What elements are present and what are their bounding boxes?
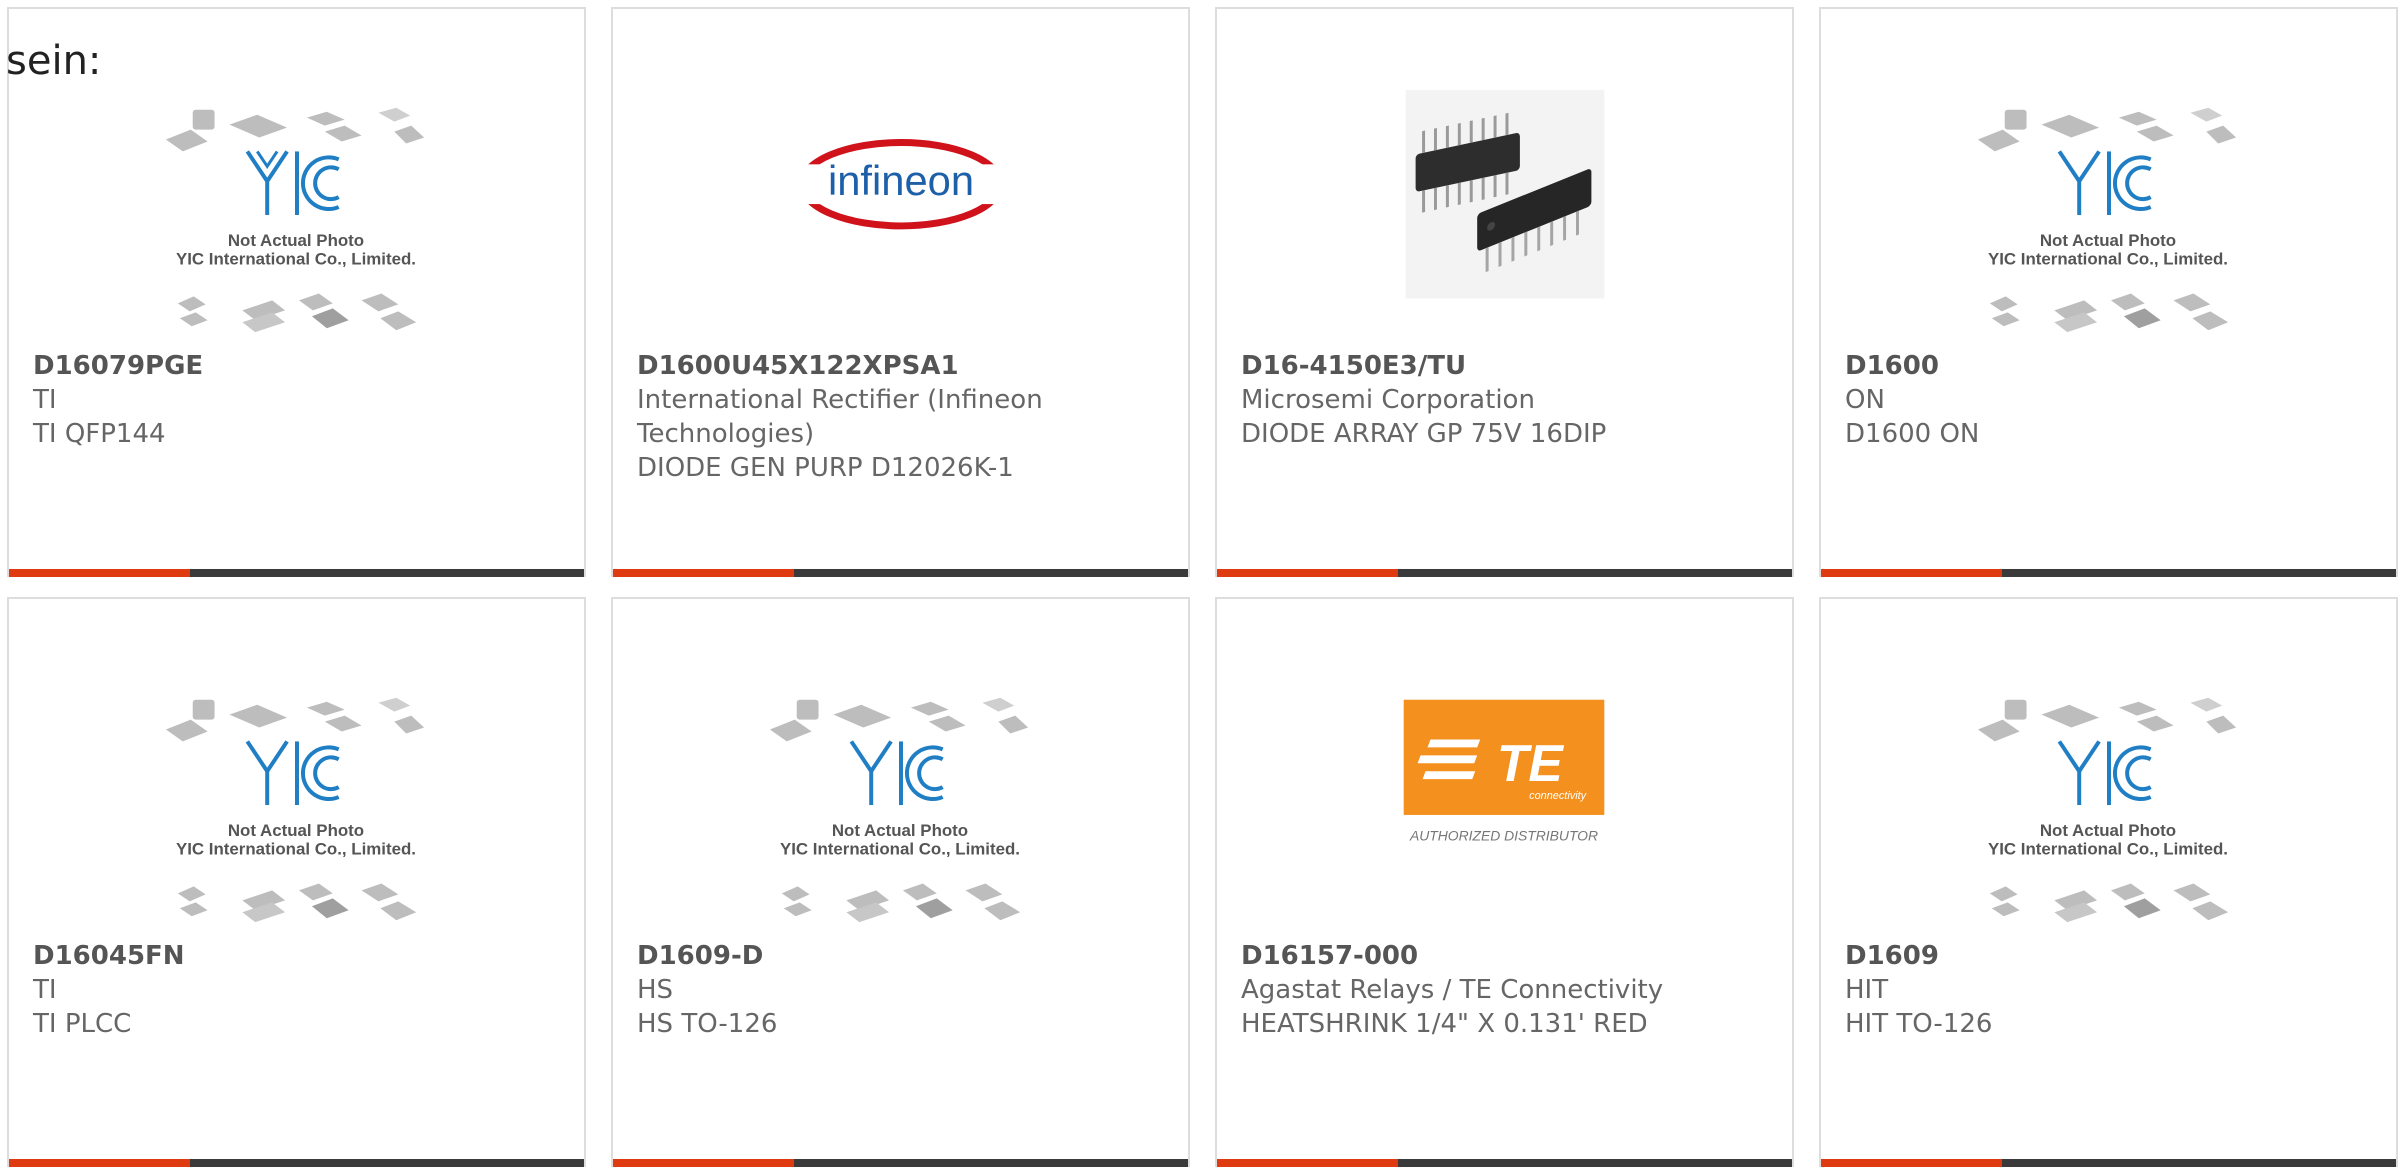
product-info: D16045FN TI TI PLCC bbox=[33, 939, 563, 1041]
product-card[interactable]: Not Actual Photo YIC International Co., … bbox=[611, 597, 1190, 1167]
infineon-logo-icon: infineon bbox=[796, 139, 1006, 230]
product-image-infineon[interactable]: infineon bbox=[613, 79, 1188, 349]
description: D1600 ON bbox=[1845, 419, 1980, 449]
manufacturer: TI bbox=[33, 385, 57, 415]
manufacturer: HIT bbox=[1845, 975, 1889, 1005]
product-card[interactable]: Not Actual Photo YIC International Co., … bbox=[7, 597, 586, 1167]
product-image-placeholder[interactable]: Not Actual Photo YIC International Co., … bbox=[613, 669, 1188, 939]
card-bottom-bar bbox=[1217, 1159, 1792, 1167]
manufacturer: Agastat Relays / TE Connectivity bbox=[1241, 975, 1664, 1005]
card-bottom-bar bbox=[1217, 569, 1792, 577]
dip-chip-icon bbox=[1405, 89, 1605, 299]
product-info: D16-4150E3/TU Microsemi Corporation DIOD… bbox=[1241, 349, 1771, 451]
product-grid: Not Actual Photo YIC International Co., … bbox=[7, 7, 2400, 1167]
chip-placeholder-icon: Not Actual Photo YIC International Co., … bbox=[165, 107, 425, 333]
card-bottom-bar bbox=[613, 569, 1188, 577]
product-card[interactable]: Not Actual Photo YIC International Co., … bbox=[1819, 597, 2398, 1167]
card-bottom-bar bbox=[613, 1159, 1188, 1167]
product-card[interactable]: D16-4150E3/TU Microsemi Corporation DIOD… bbox=[1215, 7, 1794, 577]
part-number-link[interactable]: D1600U45X122XPSA1 bbox=[637, 349, 1167, 383]
part-number-link[interactable]: D16045FN bbox=[33, 939, 563, 973]
svg-text:connectivity: connectivity bbox=[1529, 790, 1587, 802]
svg-text:AUTHORIZED DISTRIBUTOR: AUTHORIZED DISTRIBUTOR bbox=[1409, 828, 1598, 844]
part-number-link[interactable]: D16-4150E3/TU bbox=[1241, 349, 1771, 383]
svg-text:YIC International Co., Limited: YIC International Co., Limited. bbox=[780, 840, 1020, 859]
part-number-link[interactable]: D1609 bbox=[1845, 939, 2375, 973]
svg-text:infineon: infineon bbox=[828, 157, 974, 204]
product-image-te[interactable]: TE connectivity AUTHORIZED DISTRIBUTOR bbox=[1217, 669, 1792, 939]
svg-text:YIC International Co., Limited: YIC International Co., Limited. bbox=[176, 840, 416, 859]
te-connectivity-logo-icon: TE connectivity AUTHORIZED DISTRIBUTOR bbox=[1403, 699, 1605, 844]
description: TI QFP144 bbox=[33, 419, 166, 449]
svg-text:Not Actual Photo: Not Actual Photo bbox=[2040, 231, 2176, 250]
product-image-dip[interactable] bbox=[1217, 79, 1792, 349]
product-card[interactable]: Not Actual Photo YIC International Co., … bbox=[1819, 7, 2398, 577]
product-image-placeholder[interactable]: Not Actual Photo YIC International Co., … bbox=[9, 669, 584, 939]
description: HIT TO-126 bbox=[1845, 1009, 1993, 1039]
intro-text: sein: bbox=[6, 38, 102, 84]
part-number-link[interactable]: D1600 bbox=[1845, 349, 2375, 383]
card-bottom-bar bbox=[1821, 1159, 2396, 1167]
product-card[interactable]: TE connectivity AUTHORIZED DISTRIBUTOR D… bbox=[1215, 597, 1794, 1167]
description: TI PLCC bbox=[33, 1009, 132, 1039]
svg-text:Not Actual Photo: Not Actual Photo bbox=[228, 821, 364, 840]
product-info: D16079PGE TI TI QFP144 bbox=[33, 349, 563, 451]
svg-text:TE: TE bbox=[1497, 734, 1565, 792]
chip-placeholder-icon: Not Actual Photo YIC International Co., … bbox=[1977, 107, 2237, 333]
part-number-link[interactable]: D16157-000 bbox=[1241, 939, 1771, 973]
product-card[interactable]: Not Actual Photo YIC International Co., … bbox=[7, 7, 586, 577]
svg-text:YIC International Co., Limited: YIC International Co., Limited. bbox=[1988, 840, 2228, 859]
product-image-placeholder[interactable]: Not Actual Photo YIC International Co., … bbox=[1821, 79, 2396, 349]
svg-text:Not Actual Photo: Not Actual Photo bbox=[832, 821, 968, 840]
svg-text:Not Actual Photo: Not Actual Photo bbox=[228, 231, 364, 250]
chip-placeholder-icon: Not Actual Photo YIC International Co., … bbox=[769, 697, 1029, 923]
product-card[interactable]: infineon D1600U45X122XPSA1 International… bbox=[611, 7, 1190, 577]
card-bottom-bar bbox=[9, 1159, 584, 1167]
part-number-link[interactable]: D1609-D bbox=[637, 939, 1167, 973]
manufacturer: ON bbox=[1845, 385, 1885, 415]
product-info: D1609-D HS HS TO-126 bbox=[637, 939, 1167, 1041]
card-bottom-bar bbox=[1821, 569, 2396, 577]
description: DIODE ARRAY GP 75V 16DIP bbox=[1241, 419, 1607, 449]
manufacturer: International Rectifier (Infineon Techno… bbox=[637, 385, 1043, 449]
description: HS TO-126 bbox=[637, 1009, 778, 1039]
description: DIODE GEN PURP D12026K-1 bbox=[637, 453, 1014, 483]
product-image-placeholder[interactable]: Not Actual Photo YIC International Co., … bbox=[9, 79, 584, 349]
product-image-placeholder[interactable]: Not Actual Photo YIC International Co., … bbox=[1821, 669, 2396, 939]
svg-text:YIC International Co., Limited: YIC International Co., Limited. bbox=[1988, 250, 2228, 269]
manufacturer: TI bbox=[33, 975, 57, 1005]
description: HEATSHRINK 1/4" X 0.131' RED bbox=[1241, 1009, 1648, 1039]
product-info: D1600U45X122XPSA1 International Rectifie… bbox=[637, 349, 1167, 485]
product-info: D1609 HIT HIT TO-126 bbox=[1845, 939, 2375, 1041]
manufacturer: HS bbox=[637, 975, 674, 1005]
part-number-link[interactable]: D16079PGE bbox=[33, 349, 563, 383]
chip-placeholder-icon: Not Actual Photo YIC International Co., … bbox=[1977, 697, 2237, 923]
svg-text:YIC International Co., Limited: YIC International Co., Limited. bbox=[176, 250, 416, 269]
manufacturer: Microsemi Corporation bbox=[1241, 385, 1535, 415]
card-bottom-bar bbox=[9, 569, 584, 577]
chip-placeholder-icon: Not Actual Photo YIC International Co., … bbox=[165, 697, 425, 923]
product-info: D16157-000 Agastat Relays / TE Connectiv… bbox=[1241, 939, 1771, 1041]
svg-text:Not Actual Photo: Not Actual Photo bbox=[2040, 821, 2176, 840]
product-info: D1600 ON D1600 ON bbox=[1845, 349, 2375, 451]
